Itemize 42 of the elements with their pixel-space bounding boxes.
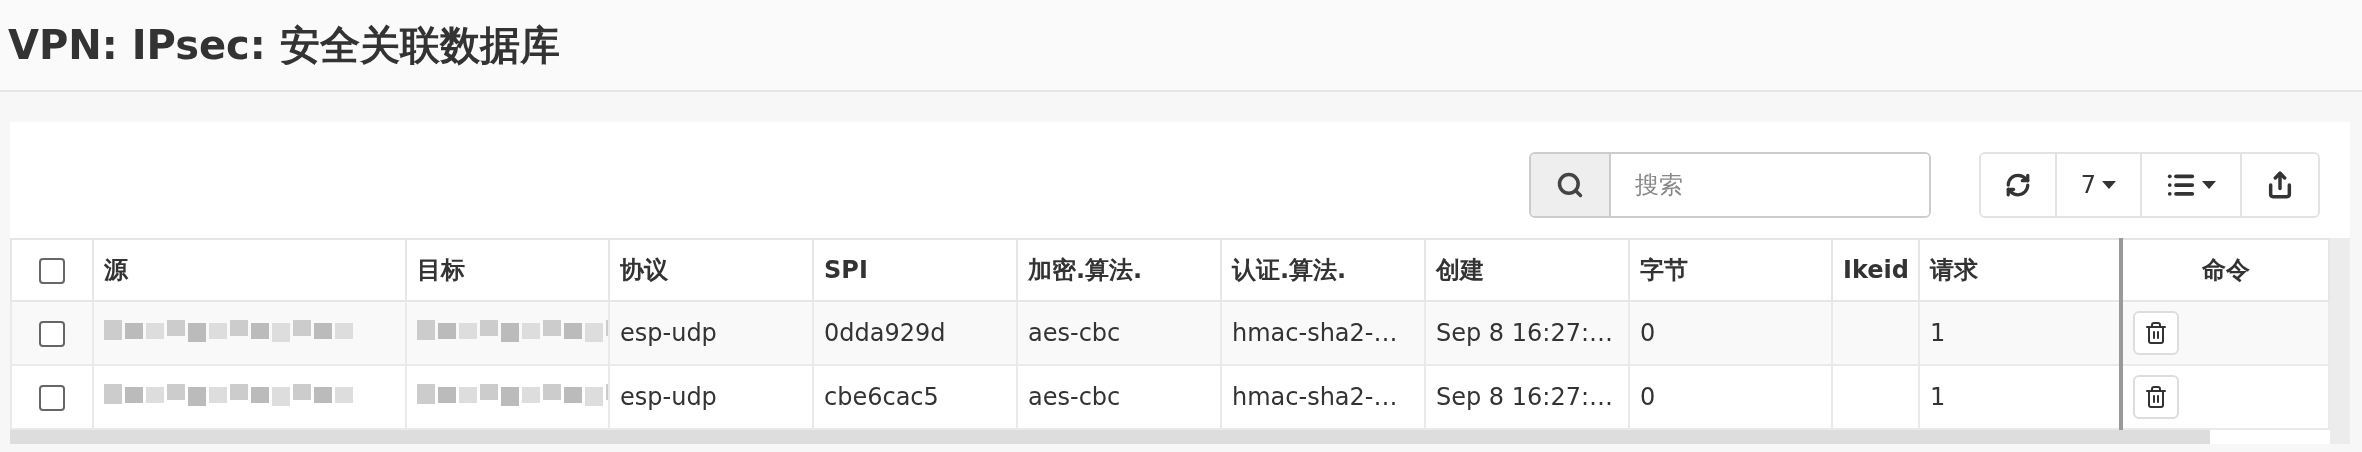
table-cell: 0dda929d: [824, 319, 946, 347]
delete-button[interactable]: [2133, 375, 2179, 419]
trash-icon: [2144, 321, 2168, 345]
column-header: 协议: [620, 256, 668, 284]
delete-button[interactable]: [2133, 311, 2179, 355]
column-header: 字节: [1640, 256, 1688, 284]
checkbox[interactable]: [39, 258, 65, 284]
vertical-scrollbar[interactable]: [2330, 238, 2350, 444]
horizontal-scrollbar[interactable]: [10, 430, 2210, 444]
table-cell: esp-udp: [620, 383, 717, 411]
share-icon: [2266, 171, 2294, 199]
column-header: 创建: [1436, 256, 1484, 284]
checkbox[interactable]: [39, 385, 65, 411]
search-icon: [1555, 171, 1584, 199]
table-cell: aes-cbc: [1028, 383, 1121, 411]
export-button[interactable]: [2240, 154, 2318, 216]
table-cell: 1: [1930, 383, 1946, 411]
column-header: 目标: [417, 256, 465, 284]
search-field[interactable]: 搜索: [1528, 152, 1931, 218]
column-header: SPI: [824, 256, 868, 284]
refresh-icon: [2004, 172, 2031, 198]
table-cell: 0: [1640, 319, 1656, 347]
column-header: 加密.算法.: [1028, 256, 1143, 284]
table-cell: Sep 8 16:27:…: [1436, 319, 1613, 347]
caret-icon: [2202, 181, 2216, 189]
table-cell: aes-cbc: [1028, 319, 1121, 347]
column-header: 源: [104, 256, 128, 284]
table-cell: cbe6cac5: [824, 383, 939, 411]
table-cell: hmac-sha2-…: [1232, 383, 1398, 411]
trash-icon: [2144, 385, 2168, 409]
column-header: 请求: [1930, 256, 1978, 284]
page-title: VPN: IPsec: 安全关联数据库: [8, 20, 560, 70]
table-cell: esp-udp: [620, 319, 717, 347]
table-cell: Sep 8 16:27:…: [1436, 383, 1613, 411]
table-cell: 1: [1930, 319, 1946, 347]
table-cell: hmac-sha2-…: [1232, 319, 1398, 347]
table-cell: 0: [1640, 383, 1656, 411]
caret-icon: [2102, 181, 2116, 189]
checkbox[interactable]: [39, 321, 65, 347]
column-header: 认证.算法.: [1232, 256, 1347, 284]
column-header: Ikeid: [1843, 256, 1909, 284]
column-header: 命令: [2201, 256, 2250, 284]
